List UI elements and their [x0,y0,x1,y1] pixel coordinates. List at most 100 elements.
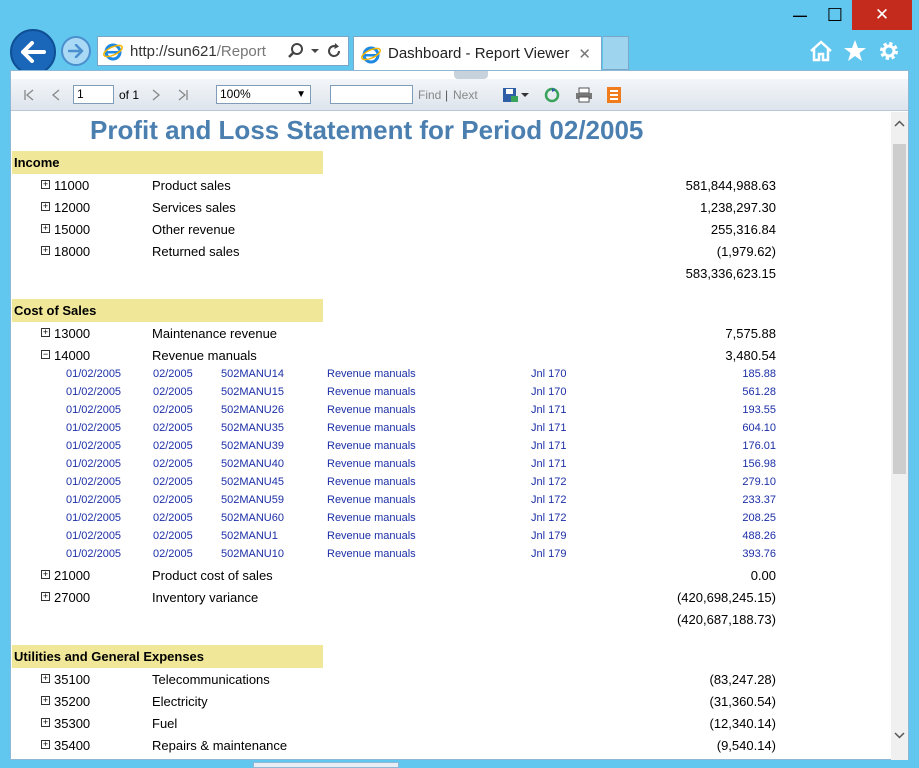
chevron-down-icon[interactable] [310,47,320,55]
previous-page-button[interactable] [51,79,61,111]
transaction-description: Revenue manuals [327,494,416,506]
account-name: Services sales [152,200,236,215]
maximize-button[interactable]: ☐ [818,0,852,30]
account-name: Fuel [152,716,178,731]
find-separator: | [445,88,449,102]
transaction-date: 01/02/2005 [66,404,122,416]
scroll-down-icon[interactable] [891,726,908,744]
home-icon[interactable] [808,38,834,64]
collapse-icon[interactable]: − [41,350,50,359]
account-amount: (420,698,245.15) [676,590,776,605]
account-name: Electricity [152,694,208,709]
tab-dashboard[interactable]: Dashboard - Report Viewer ✕ [353,36,602,70]
data-feed-icon [607,87,621,103]
transaction-row: 01/02/2005 02/2005 502MANU26 Revenue manual… [11,402,891,420]
gear-icon[interactable] [876,38,902,64]
expand-icon[interactable]: + [41,696,50,705]
toolbar-collapse-handle[interactable] [454,71,488,79]
transaction-date: 01/02/2005 [66,422,122,434]
expand-icon[interactable]: + [41,202,50,211]
ie-logo-icon [361,46,381,63]
print-button[interactable] [575,79,593,111]
transaction-reference: 502MANU35 [221,422,284,434]
transaction-journal: Jnl 179 [531,548,567,560]
refresh-report-button[interactable] [544,79,560,111]
table-row: + 18000 Returned sales (1,979.62) [11,241,891,263]
expand-icon[interactable]: + [41,592,50,601]
back-button[interactable] [10,29,56,75]
report-toolbar: 1 of 1 100% ▼ Find | Next [11,79,908,111]
transaction-reference: 502MANU10 [221,548,284,560]
transaction-reference: 502MANU60 [221,512,284,524]
expand-icon[interactable]: + [41,246,50,255]
transaction-journal: Jnl 171 [531,404,567,416]
transaction-reference: 502MANU39 [221,440,284,452]
address-url-host: http://sun621 [130,42,217,60]
expand-icon[interactable]: + [41,740,50,749]
search-icon[interactable] [288,43,304,59]
transaction-journal: Jnl 170 [531,368,567,380]
expand-icon[interactable]: + [41,570,50,579]
account-amount: 255,316.84 [710,222,776,237]
next-page-button[interactable] [151,79,161,111]
refresh-icon[interactable] [326,43,342,59]
close-window-button[interactable]: ✕ [852,0,912,30]
account-code: 18000 [54,244,91,259]
transaction-reference: 502MANU1 [221,530,278,542]
account-name: Repairs & maintenance [152,738,288,753]
transaction-period: 02/2005 [153,404,193,416]
transaction-description: Revenue manuals [327,440,416,452]
transaction-period: 02/2005 [153,476,193,488]
zoom-select[interactable]: 100% ▼ [216,85,311,104]
expand-icon[interactable]: + [41,674,50,683]
expand-icon[interactable]: + [41,224,50,233]
transaction-journal: Jnl 171 [531,458,567,470]
scroll-up-icon[interactable] [891,114,908,132]
account-code: 35300 [54,716,91,731]
section-total-cost-of-sales: (420,687,188.73) [676,612,776,627]
page-number-input[interactable]: 1 [73,85,114,104]
minimize-button[interactable]: — [782,0,818,30]
transaction-period: 02/2005 [153,422,193,434]
transaction-journal: Jnl 170 [531,386,567,398]
expand-icon[interactable]: + [41,180,50,189]
transaction-amount: 185.88 [742,368,776,380]
report-body: Profit and Loss Statement for Period 02/… [11,112,891,760]
new-tab-button[interactable] [603,36,629,70]
account-name: Maintenance revenue [152,326,278,341]
account-code: 35200 [54,694,91,709]
expand-icon[interactable]: + [41,718,50,727]
account-code: 27000 [54,590,91,605]
account-amount: 7,575.88 [725,326,776,341]
address-bar[interactable]: http://sun621/Report [97,36,349,66]
last-page-button[interactable] [177,79,189,111]
account-amount: 3,480.54 [725,348,776,363]
transaction-row: 01/02/2005 02/2005 502MANU39 Revenue manual… [11,438,891,456]
forward-button[interactable] [61,36,91,66]
transaction-date: 01/02/2005 [66,476,122,488]
transaction-date: 01/02/2005 [66,494,122,506]
expand-icon[interactable]: + [41,328,50,337]
transaction-reference: 502MANU26 [221,404,284,416]
transaction-description: Revenue manuals [327,548,416,560]
find-next-link[interactable]: Next [453,79,478,111]
scrollbar-thumb[interactable] [893,144,906,474]
transaction-description: Revenue manuals [327,386,416,398]
vertical-scrollbar[interactable] [891,112,908,760]
section-header-utilities: Utilities and General Expenses [12,645,323,668]
transaction-date: 01/02/2005 [66,458,122,470]
transaction-row: 01/02/2005 02/2005 502MANU1 Revenue manuals… [11,528,891,546]
account-code: 13000 [54,326,91,341]
report-title: Profit and Loss Statement for Period 02/… [90,115,644,145]
transaction-period: 02/2005 [153,386,193,398]
printer-icon [576,87,592,103]
export-button[interactable] [502,79,529,111]
data-feed-button[interactable] [607,79,621,111]
favorites-star-icon[interactable] [842,38,868,64]
tab-close-button[interactable]: ✕ [578,45,591,63]
find-link[interactable]: Find [418,79,441,111]
transaction-journal: Jnl 172 [531,476,567,488]
find-text-input[interactable] [330,85,413,104]
section-total-income: 583,336,623.15 [685,266,776,281]
first-page-button[interactable] [23,79,35,111]
